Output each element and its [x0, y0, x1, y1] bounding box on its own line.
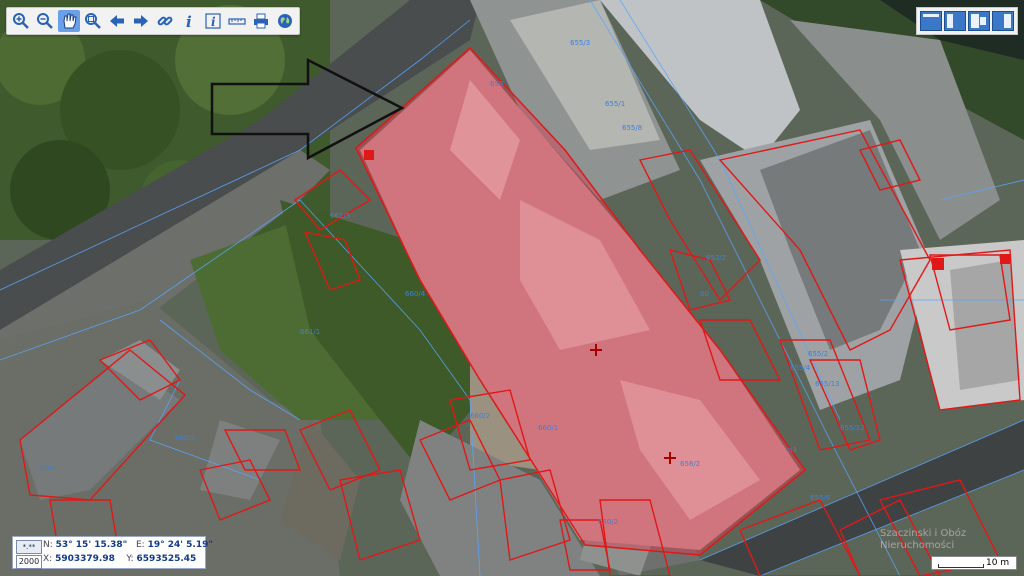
globe-button[interactable] [274, 10, 296, 32]
info-doc-button[interactable]: i [202, 10, 224, 32]
link-icon [157, 16, 173, 26]
coordinate-format-button[interactable]: *.** [16, 540, 42, 554]
parcel-label: 655/2 [808, 350, 828, 358]
pan-hand-button[interactable] [58, 10, 80, 32]
scale-bar: 10 m [931, 556, 1017, 570]
svg-text:i: i [186, 13, 192, 30]
print-icon [254, 13, 268, 29]
info-button[interactable]: i [178, 10, 200, 32]
zoom-out-icon [37, 13, 53, 29]
parcel-label: 664 [40, 464, 54, 472]
parcel-label: 660/4 [405, 290, 426, 298]
info-icon: i [186, 13, 192, 30]
parcel-label: 655/3 [570, 39, 590, 47]
parcel-label: n3 [788, 446, 797, 454]
parcel-label: 655/4 [790, 364, 811, 372]
layout-split-icon[interactable] [968, 11, 990, 31]
zoom-out-button[interactable] [34, 10, 56, 32]
link-button[interactable] [154, 10, 176, 32]
parcel-label: 661/1 [300, 328, 320, 336]
arrow-left-button[interactable] [106, 10, 128, 32]
arrow-right-button[interactable] [130, 10, 152, 32]
layout-toolbar [916, 7, 1018, 35]
print-button[interactable] [250, 10, 272, 32]
scale-label: 10 m [986, 558, 1010, 568]
arrow-right-icon [134, 15, 148, 27]
parcel-label: 650/2 [598, 518, 618, 526]
zoom-box-icon [85, 13, 101, 29]
parcel-label: 660/2 [470, 412, 490, 420]
parcel-label: 660/3 [175, 434, 195, 442]
globe-icon [278, 14, 292, 28]
parcel-label: 659 [490, 80, 503, 88]
parcel-label: 655/13 [815, 380, 840, 388]
layout-right-panel-icon[interactable] [992, 11, 1014, 31]
coordinate-panel: *.** 2000 N: 53° 15' 15.38" E: 19° 24' 5… [12, 536, 213, 569]
parcel-label: 661/3 [330, 212, 350, 220]
parcel-label: 655/12 [840, 424, 865, 432]
map-toolbar: ii [6, 7, 300, 35]
info-doc-icon: i [205, 13, 221, 29]
orthophoto-map[interactable]: 655/3 655/1 655/8 659 661/3 660/4 661/1 660/2 66… [0, 0, 1024, 576]
zoom-in-button[interactable] [10, 10, 32, 32]
zoom-box-button[interactable] [82, 10, 104, 32]
parcel-label: 653/2 [706, 254, 726, 262]
ruler-button[interactable] [226, 10, 248, 32]
parcel-label: 655/1 [605, 100, 625, 108]
parcel-label: 60 [700, 290, 709, 298]
arrow-left-icon [110, 15, 124, 27]
watermark: Szaczinski i Obóz Nieruchomości [880, 528, 967, 551]
parcel-label: 655/8 [622, 124, 642, 132]
ruler-icon [228, 18, 246, 25]
parcel-label: 655/6 [810, 494, 831, 502]
zoom-in-icon [13, 13, 29, 29]
parcel-label: 658/2 [680, 460, 700, 468]
epsg-code[interactable]: 2000 [16, 555, 42, 569]
layout-full-icon[interactable] [920, 11, 942, 31]
geo-coords: N: 53° 15' 15.38" E: 19° 24' 5.19" [43, 540, 214, 550]
layout-left-panel-icon[interactable] [944, 11, 966, 31]
svg-text:i: i [211, 15, 216, 29]
projected-coords: X: 5903379.98 Y: 6593525.45 [43, 554, 197, 564]
parcel-label: 660/1 [538, 424, 558, 432]
pan-hand-icon [63, 13, 77, 29]
